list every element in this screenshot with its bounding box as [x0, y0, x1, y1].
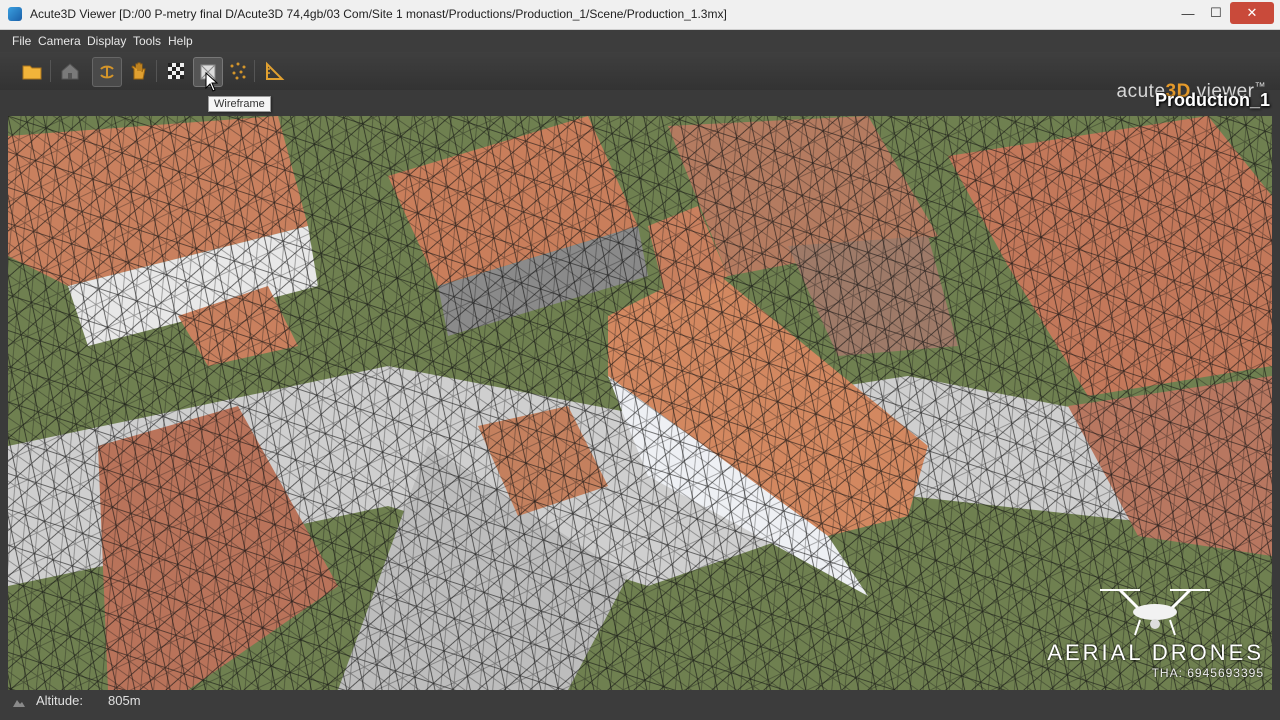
- 3d-viewport[interactable]: [8, 116, 1272, 690]
- menu-camera[interactable]: Camera: [38, 34, 81, 48]
- menu-file[interactable]: File: [12, 34, 31, 48]
- watermark-name: AERIAL DRONES: [1047, 640, 1264, 665]
- app-icon: [8, 7, 22, 21]
- texture-icon: [168, 63, 184, 79]
- drone-icon: [1100, 588, 1210, 636]
- points-icon: [230, 62, 246, 80]
- texture-button[interactable]: [162, 57, 190, 85]
- orbit-icon: [100, 65, 114, 79]
- open-folder-icon: [22, 65, 42, 80]
- home-button[interactable]: [56, 57, 84, 85]
- orbit-button[interactable]: [92, 57, 122, 87]
- mouse-cursor-icon: [205, 72, 219, 92]
- open-button[interactable]: [18, 57, 46, 85]
- window-title: Acute3D Viewer [D:/00 P-metry final D/Ac…: [30, 7, 727, 21]
- altitude-value: 805m: [108, 693, 141, 708]
- window-controls: — ☐ ✕: [1174, 2, 1274, 24]
- menu-help[interactable]: Help: [168, 34, 193, 48]
- watermark-phone: THA: 6945693395: [1151, 666, 1264, 680]
- toolbar: acute3D viewer™: [0, 52, 1280, 102]
- menu-bar: File Camera Display Tools Help: [0, 30, 1280, 52]
- toolbar-separator: [50, 60, 51, 82]
- minimize-button[interactable]: —: [1174, 2, 1202, 24]
- pan-button[interactable]: [124, 57, 152, 85]
- menu-tools[interactable]: Tools: [133, 34, 161, 48]
- app-area: File Camera Display Tools Help acute3D v…: [0, 30, 1280, 720]
- home-icon: [61, 63, 79, 80]
- mesh-scene: [8, 116, 1272, 690]
- points-button[interactable]: [224, 57, 252, 85]
- toolbar-separator: [254, 60, 255, 82]
- toolbar-separator: [156, 60, 157, 82]
- measure-button[interactable]: [260, 57, 288, 85]
- altitude-label: Altitude:: [36, 693, 83, 708]
- menu-display[interactable]: Display: [87, 34, 126, 48]
- scene-title: Production_1: [1154, 90, 1270, 110]
- watermark: AERIAL DRONES THA: 6945693395: [1047, 640, 1264, 680]
- close-button[interactable]: ✕: [1230, 2, 1274, 24]
- title-bar: Acute3D Viewer [D:/00 P-metry final D/Ac…: [0, 0, 1280, 30]
- maximize-button[interactable]: ☐: [1202, 2, 1230, 24]
- status-bar: [0, 690, 1280, 720]
- measure-icon: [266, 61, 285, 80]
- pan-hand-icon: [131, 62, 146, 80]
- altitude-icon: [13, 700, 25, 707]
- wireframe-overlay: [8, 116, 1272, 690]
- wireframe-tooltip: Wireframe: [208, 96, 271, 112]
